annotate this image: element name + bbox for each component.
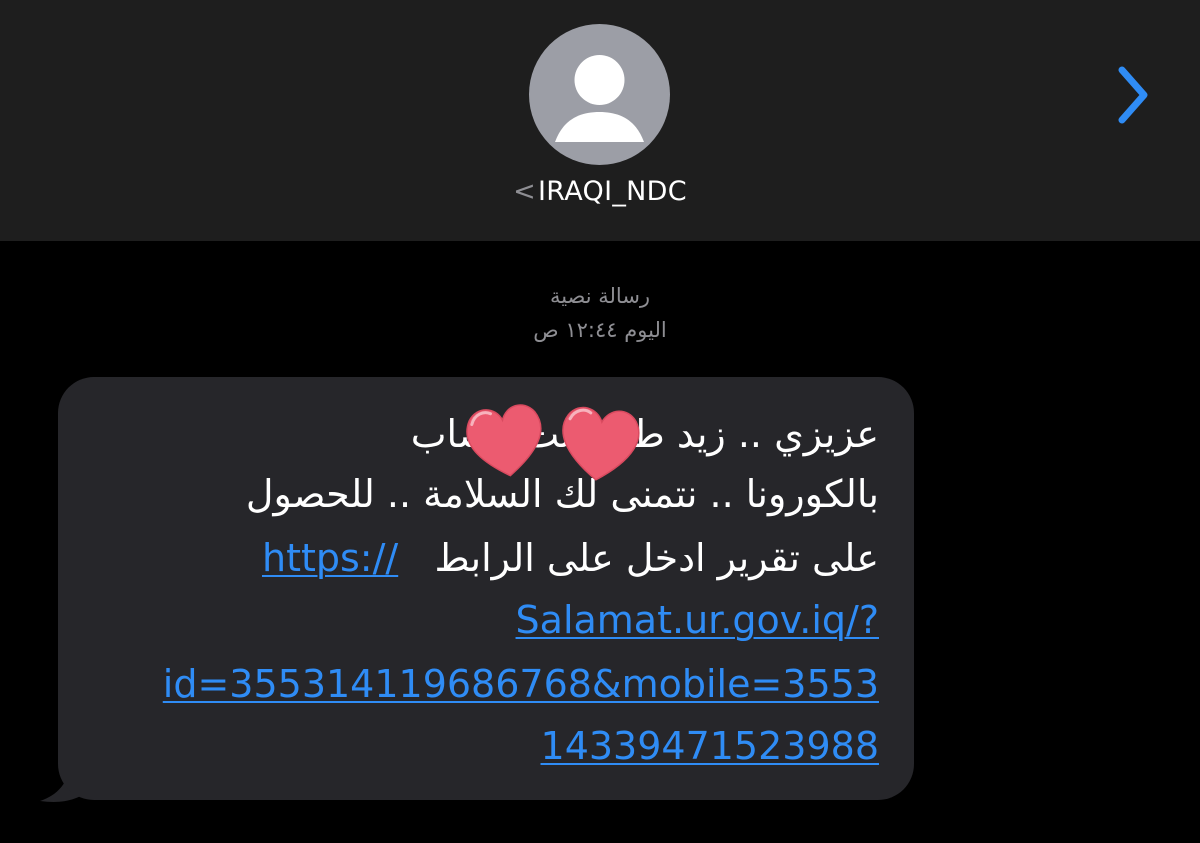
- contact-name: IRAQI_NDC: [538, 176, 687, 207]
- message-link[interactable]: id=355314119686768&mobile=3553: [163, 662, 879, 706]
- conversation-header: <IRAQI_NDC: [0, 0, 1200, 241]
- details-button[interactable]: [1112, 60, 1152, 130]
- contact-name-button[interactable]: <IRAQI_NDC: [0, 176, 1200, 207]
- person-silhouette-icon: [555, 55, 644, 142]
- message-line: 14339471523988: [541, 722, 879, 770]
- message-line: id=355314119686768&mobile=3553: [163, 660, 879, 708]
- message-line: Salamat.ur.gov.iq/?: [516, 596, 879, 644]
- message-timestamp: اليوم ١٢:٤٤ ص: [533, 318, 667, 342]
- message-text: على تقرير ادخل على الرابط: [434, 536, 879, 580]
- message-line: على تقرير ادخل على الرابط https://: [262, 534, 879, 582]
- message-type-label: رسالة نصية: [549, 284, 651, 308]
- chevron-right-icon: [1118, 66, 1148, 124]
- heart-sticker-icon: [466, 404, 640, 481]
- chevron-left-icon: <: [513, 176, 537, 207]
- message-link[interactable]: 14339471523988: [541, 724, 879, 768]
- message-link[interactable]: https://: [262, 536, 398, 580]
- message-link[interactable]: Salamat.ur.gov.iq/?: [516, 598, 879, 642]
- contact-avatar[interactable]: [529, 24, 670, 165]
